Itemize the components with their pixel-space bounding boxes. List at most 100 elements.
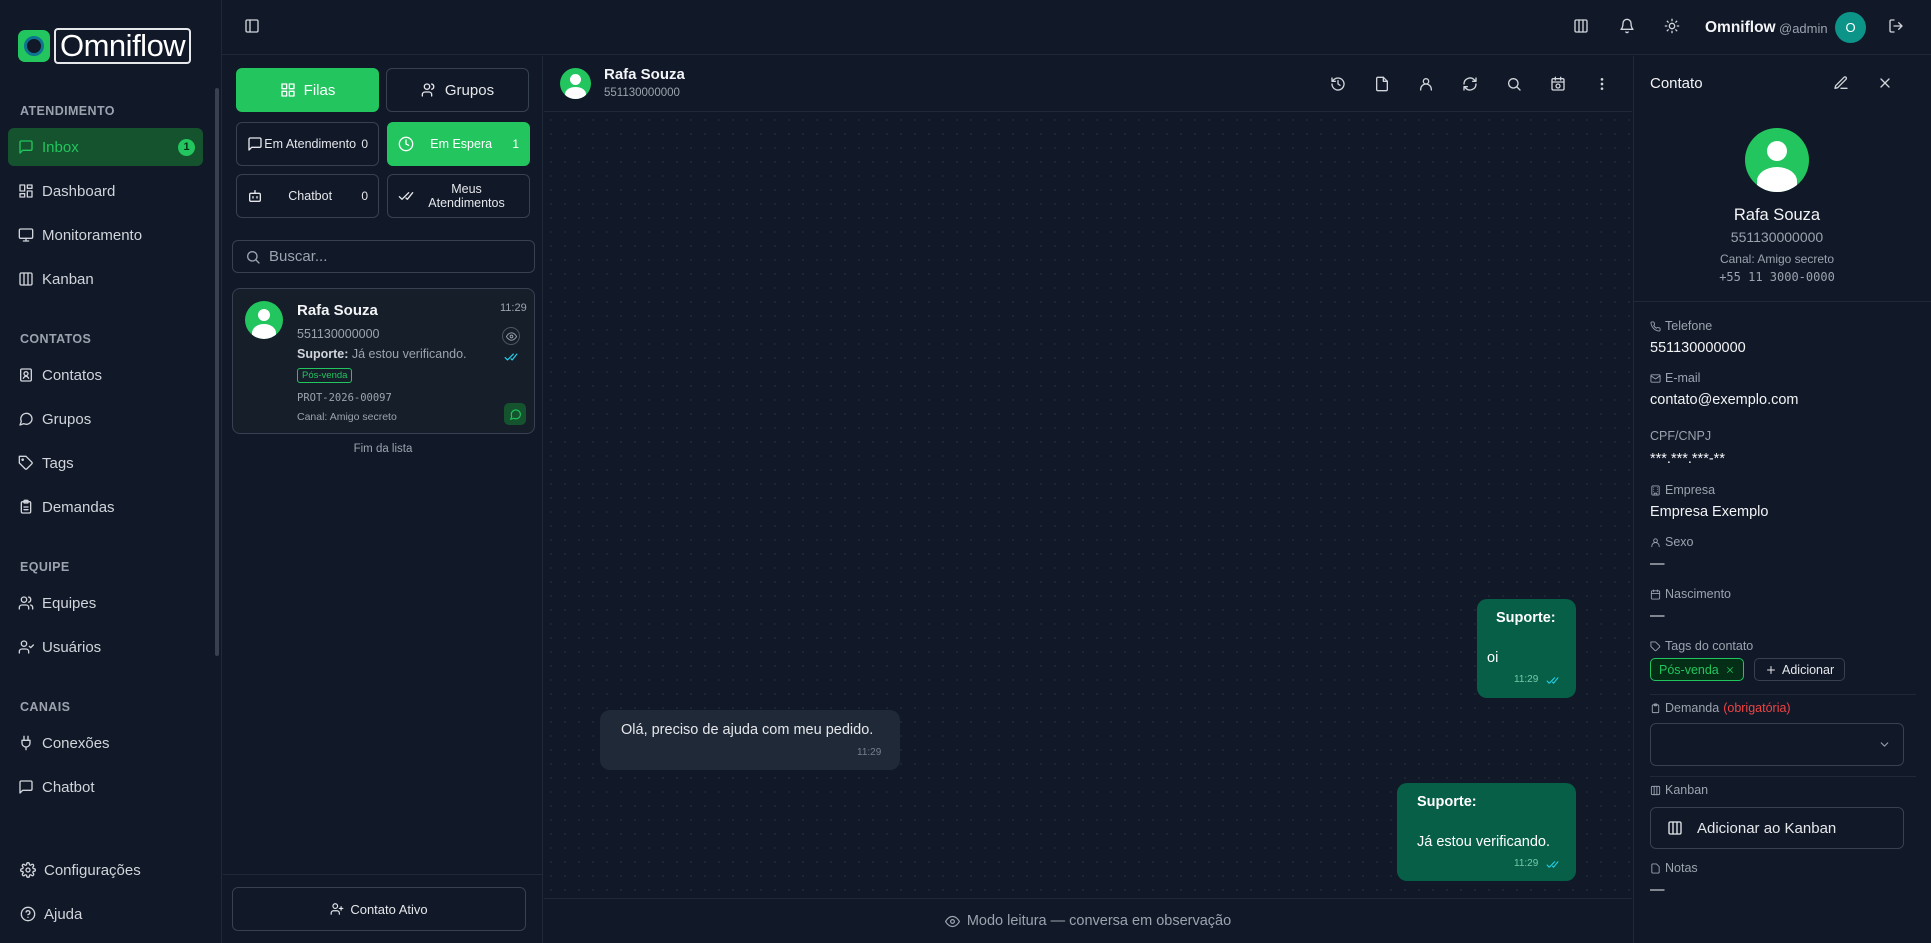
conversation-card[interactable]: Rafa Souza 11:29 551130000000 Suporte: J… xyxy=(232,288,535,434)
message-square-icon xyxy=(18,139,34,155)
field-label-doc: CPF/CNPJ xyxy=(1650,429,1712,443)
label-text: E-mail xyxy=(1665,371,1701,385)
demand-select[interactable] xyxy=(1650,723,1904,766)
refresh-icon[interactable] xyxy=(1462,76,1478,92)
protocol-number: PROT-2026-00097 xyxy=(297,392,392,404)
sidebar-item-grupos[interactable]: Grupos xyxy=(8,400,203,438)
add-to-kanban-button[interactable]: Adicionar ao Kanban xyxy=(1650,807,1904,849)
file-icon[interactable] xyxy=(1374,76,1390,92)
bell-icon[interactable] xyxy=(1619,18,1635,34)
message-time: 11:29 xyxy=(857,747,882,758)
avatar[interactable]: O xyxy=(1835,12,1866,43)
filter-label: Em Atendimento xyxy=(264,137,357,151)
toggle-sidebar-icon[interactable] xyxy=(244,18,260,34)
field-value-sex: — xyxy=(1650,556,1665,572)
clock-icon xyxy=(398,136,414,152)
label-text: Demanda xyxy=(1665,701,1720,715)
sidebar-item-monitoramento[interactable]: Monitoramento xyxy=(8,216,203,254)
sidebar-item-label: Usuários xyxy=(42,638,102,656)
filter-label: Chatbot xyxy=(288,189,333,203)
sidebar-item-usuarios[interactable]: Usuários xyxy=(8,628,203,666)
contact-formatted-phone: +55 11 3000-0000 xyxy=(1719,270,1835,284)
topbar: Omniflow @admin O xyxy=(222,0,1931,55)
more-vertical-icon[interactable] xyxy=(1594,76,1610,92)
search-input[interactable] xyxy=(269,248,519,265)
field-label-demand: Demanda (obrigatória) xyxy=(1650,701,1791,715)
sidebar-item-label: Monitoramento xyxy=(42,226,143,244)
clipboard-icon xyxy=(1650,702,1661,714)
kanban-icon xyxy=(1667,820,1683,836)
tab-grupos[interactable]: Grupos xyxy=(386,68,529,112)
filter-em-atendimento[interactable]: Em Atendimento 0 xyxy=(236,122,379,166)
button-label: Contato Ativo xyxy=(350,901,428,917)
sidebar-item-label: Contatos xyxy=(42,366,103,384)
section-atendimento: ATENDIMENTO xyxy=(20,104,115,118)
filter-em-espera[interactable]: Em Espera 1 xyxy=(387,122,530,166)
sidebar-item-label: Kanban xyxy=(42,270,94,288)
conversation-preview: Suporte: Já estou verificando. xyxy=(297,347,467,361)
columns-icon[interactable] xyxy=(1573,18,1589,34)
users-icon xyxy=(18,595,34,611)
double-check-icon xyxy=(504,350,518,364)
calendar-clock-icon[interactable] xyxy=(1550,76,1566,92)
sidebar-item-kanban[interactable]: Kanban xyxy=(8,260,203,298)
tab-filas[interactable]: Filas xyxy=(236,68,379,112)
search-box[interactable] xyxy=(232,240,535,273)
field-label-email: E-mail xyxy=(1650,371,1700,385)
end-of-list: Fim da lista xyxy=(353,443,413,455)
message-time: 11:29 xyxy=(1514,674,1539,685)
sidebar-item-equipes[interactable]: Equipes xyxy=(8,584,203,622)
message-text: Já estou verificando. xyxy=(1417,834,1550,850)
contato-ativo-button[interactable]: Contato Ativo xyxy=(232,887,526,931)
chevron-down-icon xyxy=(1878,738,1891,751)
user-group-icon xyxy=(18,639,34,655)
divider xyxy=(223,874,543,875)
chat-contact-name: Rafa Souza xyxy=(604,66,685,83)
sidebar-item-conexoes[interactable]: Conexões xyxy=(8,724,203,762)
user-icon[interactable] xyxy=(1418,76,1434,92)
add-tag-button[interactable]: Adicionar xyxy=(1754,658,1846,681)
search-icon[interactable] xyxy=(1506,76,1522,92)
field-value-email: contato@exemplo.com xyxy=(1650,392,1799,408)
sidebar-item-label: Configurações xyxy=(44,861,141,879)
app-logo[interactable]: Omniflow xyxy=(18,28,192,64)
sidebar-item-label: Ajuda xyxy=(44,905,83,923)
message-circle-icon xyxy=(18,411,34,427)
message-bubble-incoming: Olá, preciso de ajuda com meu pedido. 11… xyxy=(600,710,900,770)
bot-icon xyxy=(247,188,263,204)
button-label: Adicionar ao Kanban xyxy=(1697,819,1837,837)
sidebar-scrollbar[interactable] xyxy=(215,88,219,656)
contact-name: Rafa Souza xyxy=(1733,206,1821,224)
eye-icon[interactable] xyxy=(502,327,520,345)
sidebar-item-inbox[interactable]: Inbox 1 xyxy=(8,128,203,166)
sidebar-item-label: Chatbot xyxy=(42,778,95,796)
filter-meus-atendimentos[interactable]: Meus Atendimentos xyxy=(387,174,530,218)
sun-icon[interactable] xyxy=(1664,18,1680,34)
sidebar-item-configuracoes[interactable]: Configurações xyxy=(10,851,205,889)
contacts-icon xyxy=(18,367,34,383)
layout-grid-icon xyxy=(18,183,34,199)
edit-icon[interactable] xyxy=(1833,75,1849,91)
logout-icon[interactable] xyxy=(1888,18,1904,34)
sidebar-item-tags[interactable]: Tags xyxy=(8,444,203,482)
contact-panel: Contato Rafa Souza 551130000000 Canal: A… xyxy=(1633,56,1931,943)
tab-label: Grupos xyxy=(444,81,495,99)
read-only-notice: Modo leitura — conversa em observação xyxy=(966,913,1232,929)
filter-chatbot[interactable]: Chatbot 0 xyxy=(236,174,379,218)
calendar-icon xyxy=(1650,588,1661,600)
sidebar-item-dashboard[interactable]: Dashboard xyxy=(8,172,203,210)
sidebar-item-ajuda[interactable]: Ajuda xyxy=(10,895,205,933)
tag-label: Pós-venda xyxy=(1659,662,1719,677)
chat-contact-phone: 551130000000 xyxy=(604,87,680,99)
layout-grid-icon xyxy=(280,82,296,98)
field-label-company: Empresa xyxy=(1650,483,1715,497)
chat-messages[interactable]: Suporte: oi 11:29 Olá, preciso de ajuda … xyxy=(544,113,1632,898)
phone-icon xyxy=(1650,320,1661,332)
divider xyxy=(1634,301,1931,302)
sidebar-item-demandas[interactable]: Demandas xyxy=(8,488,203,526)
history-icon[interactable] xyxy=(1330,76,1346,92)
sidebar-item-chatbot[interactable]: Chatbot xyxy=(8,768,203,806)
sidebar-item-contatos[interactable]: Contatos xyxy=(8,356,203,394)
close-icon[interactable] xyxy=(1877,75,1893,91)
remove-tag-icon[interactable] xyxy=(1725,665,1735,675)
